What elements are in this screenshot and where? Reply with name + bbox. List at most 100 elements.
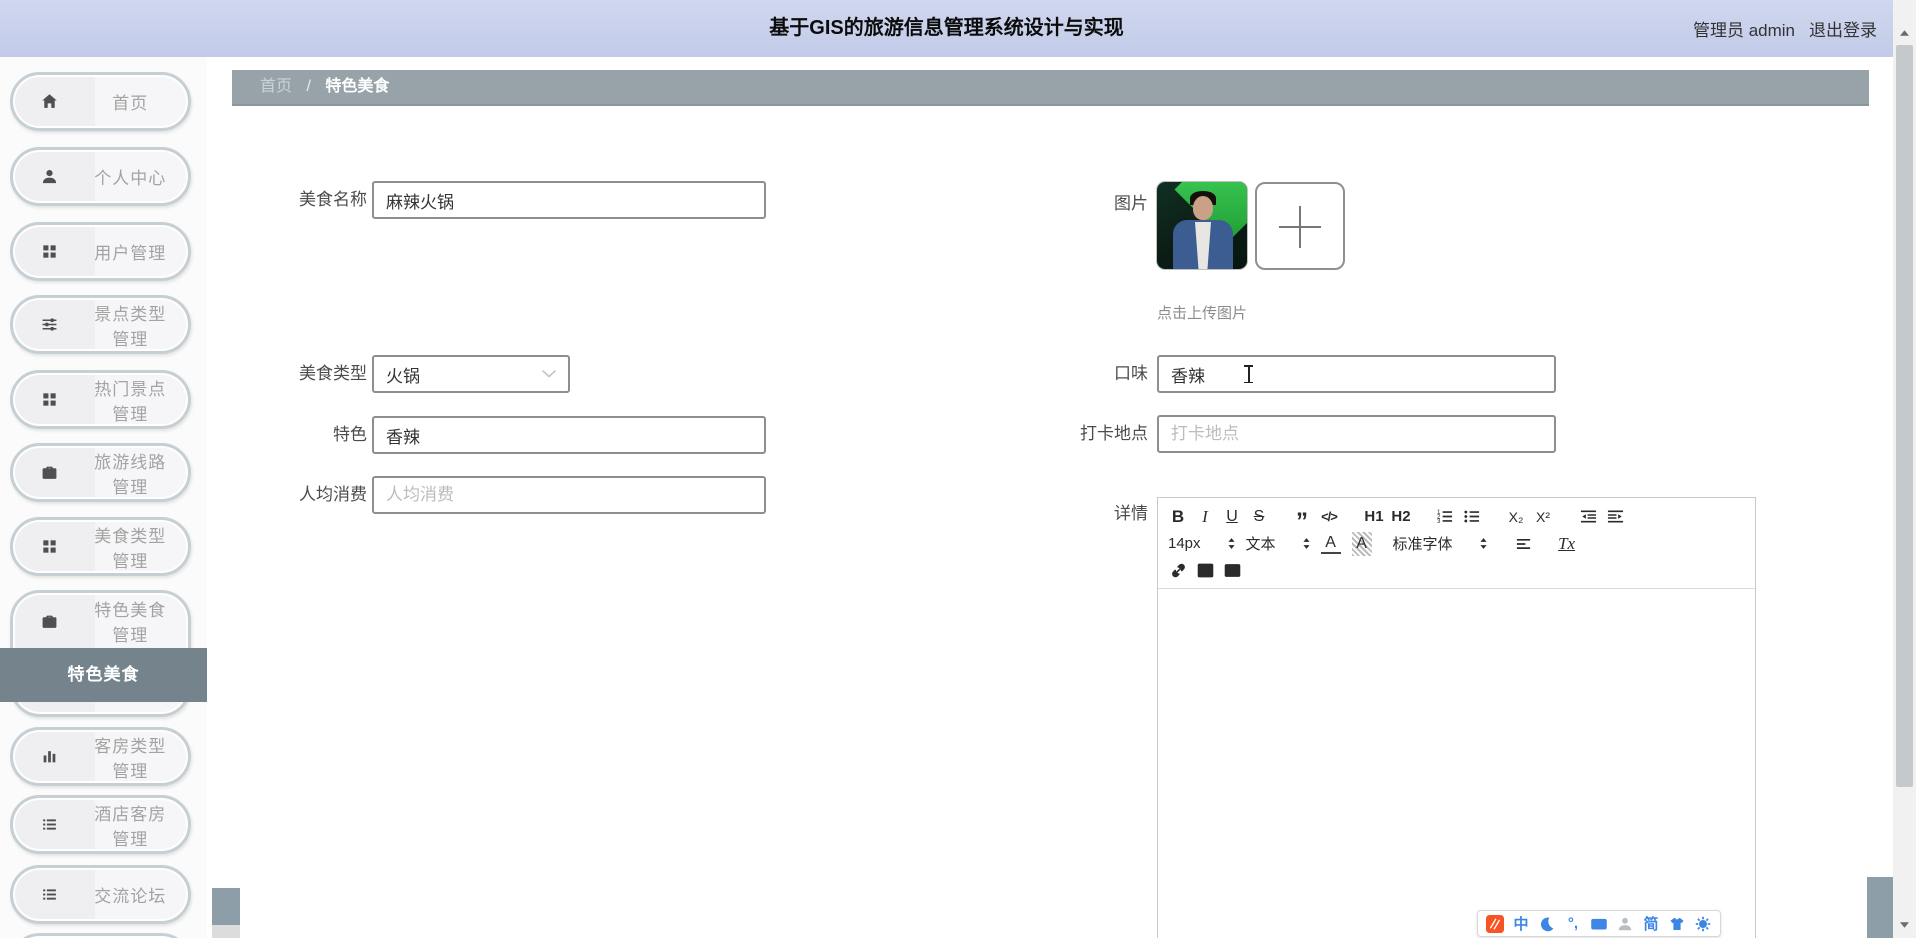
image-label: 图片 [1114, 194, 1148, 213]
scroll-up-arrow-icon[interactable] [1893, 24, 1916, 41]
unordered-list-button[interactable] [1461, 505, 1481, 529]
sidebar-item-5[interactable]: 旅游线路管理 [10, 443, 191, 502]
breadcrumb: 首页 / 特色美食 [232, 70, 1869, 106]
strikethrough-button[interactable]: S [1249, 505, 1269, 529]
sidebar-item-label: 交流论坛 [94, 887, 167, 906]
paragraph-select[interactable]: 文本 [1246, 532, 1311, 556]
upload-image-button[interactable] [1255, 182, 1345, 270]
feature-input[interactable] [372, 416, 766, 454]
sidebar-item-label: 首页 [112, 94, 149, 113]
editor-toolbar: B I U S ” </> H1 H2 1 2 3 X₂ X² 14px 文本 A A 标准字体 Tx [1158, 498, 1755, 589]
video-button[interactable] [1222, 559, 1242, 583]
image-button[interactable] [1195, 559, 1215, 583]
sidebar-item-label: 个人中心 [94, 169, 167, 188]
link-button[interactable] [1168, 559, 1188, 583]
editor-content[interactable] [1158, 589, 1755, 938]
ime-chinese-mode-icon[interactable]: 中 [1512, 915, 1530, 933]
clear-format-button[interactable]: Tx [1557, 532, 1577, 556]
indent-button[interactable] [1605, 505, 1625, 529]
header-user-area: 管理员 admin 退出登录 [1693, 0, 1877, 57]
price-label: 人均消费 [299, 485, 367, 504]
feature-label: 特色 [333, 425, 367, 444]
ime-skin-icon[interactable] [1668, 915, 1686, 933]
underline-button[interactable]: U [1222, 505, 1242, 529]
corner-block [1867, 877, 1893, 938]
italic-button[interactable]: I [1195, 505, 1215, 529]
select-updown-icon [1479, 537, 1488, 550]
heading1-button[interactable]: H1 [1364, 505, 1384, 529]
uploaded-image-thumbnail[interactable] [1157, 182, 1247, 269]
select-updown-icon [1227, 537, 1236, 550]
sidebar-item-10[interactable]: 交流论坛 [10, 865, 191, 924]
food-type-select[interactable]: 火锅 [372, 355, 570, 393]
scrollbar-thumb[interactable] [1896, 45, 1913, 787]
sidebar-item-8[interactable]: 客房类型管理 [10, 727, 191, 786]
ime-halfwidth-icon[interactable] [1538, 915, 1556, 933]
upload-hint[interactable]: 点击上传图片 [1157, 302, 1247, 323]
sidebar-item-label: 美食类型管理 [94, 526, 167, 571]
logout-link[interactable]: 退出登录 [1809, 16, 1877, 41]
sidebar-item-label: 旅游线路管理 [94, 452, 167, 497]
vertical-scrollbar[interactable] [1893, 0, 1916, 938]
sidebar-item-0[interactable]: 首页 [10, 72, 191, 131]
select-updown-icon [1302, 537, 1311, 550]
sidebar-item-4[interactable]: 热门景点管理 [10, 370, 191, 429]
sidebar-item-2[interactable]: 用户管理 [10, 222, 191, 281]
breadcrumb-home[interactable]: 首页 [260, 78, 292, 95]
sidebar-item-label: 酒店客房管理 [94, 804, 167, 849]
superscript-button[interactable]: X² [1533, 505, 1553, 529]
bar-chart-icon [13, 748, 87, 765]
grid-icon [13, 243, 87, 260]
location-input[interactable] [1157, 415, 1556, 453]
horizontal-scrollbar-track [212, 925, 240, 938]
ime-account-icon[interactable] [1616, 915, 1634, 933]
text-color-button[interactable]: A [1320, 534, 1341, 554]
ime-simplified-icon[interactable]: 简 [1642, 915, 1660, 933]
sidebar-item-label: 用户管理 [94, 244, 167, 263]
sidebar-item-partial[interactable] [10, 933, 191, 938]
breadcrumb-current: 特色美食 [325, 78, 390, 95]
bold-button[interactable]: B [1168, 505, 1188, 529]
breadcrumb-separator: / [306, 78, 311, 95]
chevron-down-icon [542, 365, 556, 383]
ordered-list-button[interactable]: 123 [1434, 505, 1454, 529]
food-name-input[interactable] [372, 181, 766, 219]
list-icon [13, 886, 87, 903]
font-family-select[interactable]: 标准字体 [1393, 532, 1488, 556]
ime-settings-icon[interactable] [1694, 915, 1712, 933]
svg-text:3: 3 [1436, 518, 1440, 525]
horizontal-scrollbar-fragment[interactable] [212, 888, 240, 925]
grid-icon [13, 538, 87, 555]
outdent-button[interactable] [1578, 505, 1598, 529]
sidebar-item-9[interactable]: 酒店客房管理 [10, 795, 191, 854]
page-title: 基于GIS的旅游信息管理系统设计与实现 [769, 17, 1124, 39]
sidebar-item-label: 客房类型管理 [94, 736, 167, 781]
detail-label: 详情 [1114, 504, 1148, 523]
sidebar-item-6[interactable]: 美食类型管理 [10, 517, 191, 576]
taste-input[interactable] [1157, 355, 1556, 393]
sidebar-item-3[interactable]: 景点类型管理 [10, 295, 191, 354]
scroll-down-arrow-icon[interactable] [1893, 916, 1916, 933]
food-type-value: 火锅 [386, 366, 420, 386]
ime-keyboard-icon[interactable] [1590, 915, 1608, 933]
blockquote-button[interactable]: ” [1292, 505, 1312, 533]
user-display: 管理员 admin [1692, 21, 1795, 40]
heading2-button[interactable]: H2 [1391, 505, 1411, 529]
ime-logo-icon[interactable] [1486, 914, 1504, 933]
home-icon [13, 93, 87, 110]
briefcase-icon [13, 464, 87, 481]
sidebar-submenu-item-active[interactable]: 特色美食 [0, 648, 207, 702]
sidebar-item-label: 热门景点管理 [94, 379, 167, 424]
code-button[interactable]: </> [1319, 505, 1339, 529]
sidebar-item-label: 景点类型管理 [94, 304, 167, 349]
sidebar-item-1[interactable]: 个人中心 [10, 147, 191, 206]
font-size-select[interactable]: 14px [1168, 532, 1236, 556]
bg-color-button[interactable]: A [1351, 531, 1372, 556]
ime-punctuation-icon[interactable]: °, [1564, 915, 1582, 933]
price-input[interactable] [372, 476, 766, 514]
page: 基于GIS的旅游信息管理系统设计与实现 管理员 admin 退出登录 首页个人中… [0, 0, 1916, 938]
align-button[interactable] [1514, 532, 1534, 556]
subscript-button[interactable]: X₂ [1506, 505, 1526, 529]
main-content: 首页 / 特色美食 美食名称 美食类型 火锅 特色 人均消费 图片 点击上 [207, 57, 1893, 938]
sidebar: 首页 个人中心 用户管理 景点类型管理 热门景点管理 旅游线路管理 美食类型管理 特色美食管理… [0, 57, 207, 938]
